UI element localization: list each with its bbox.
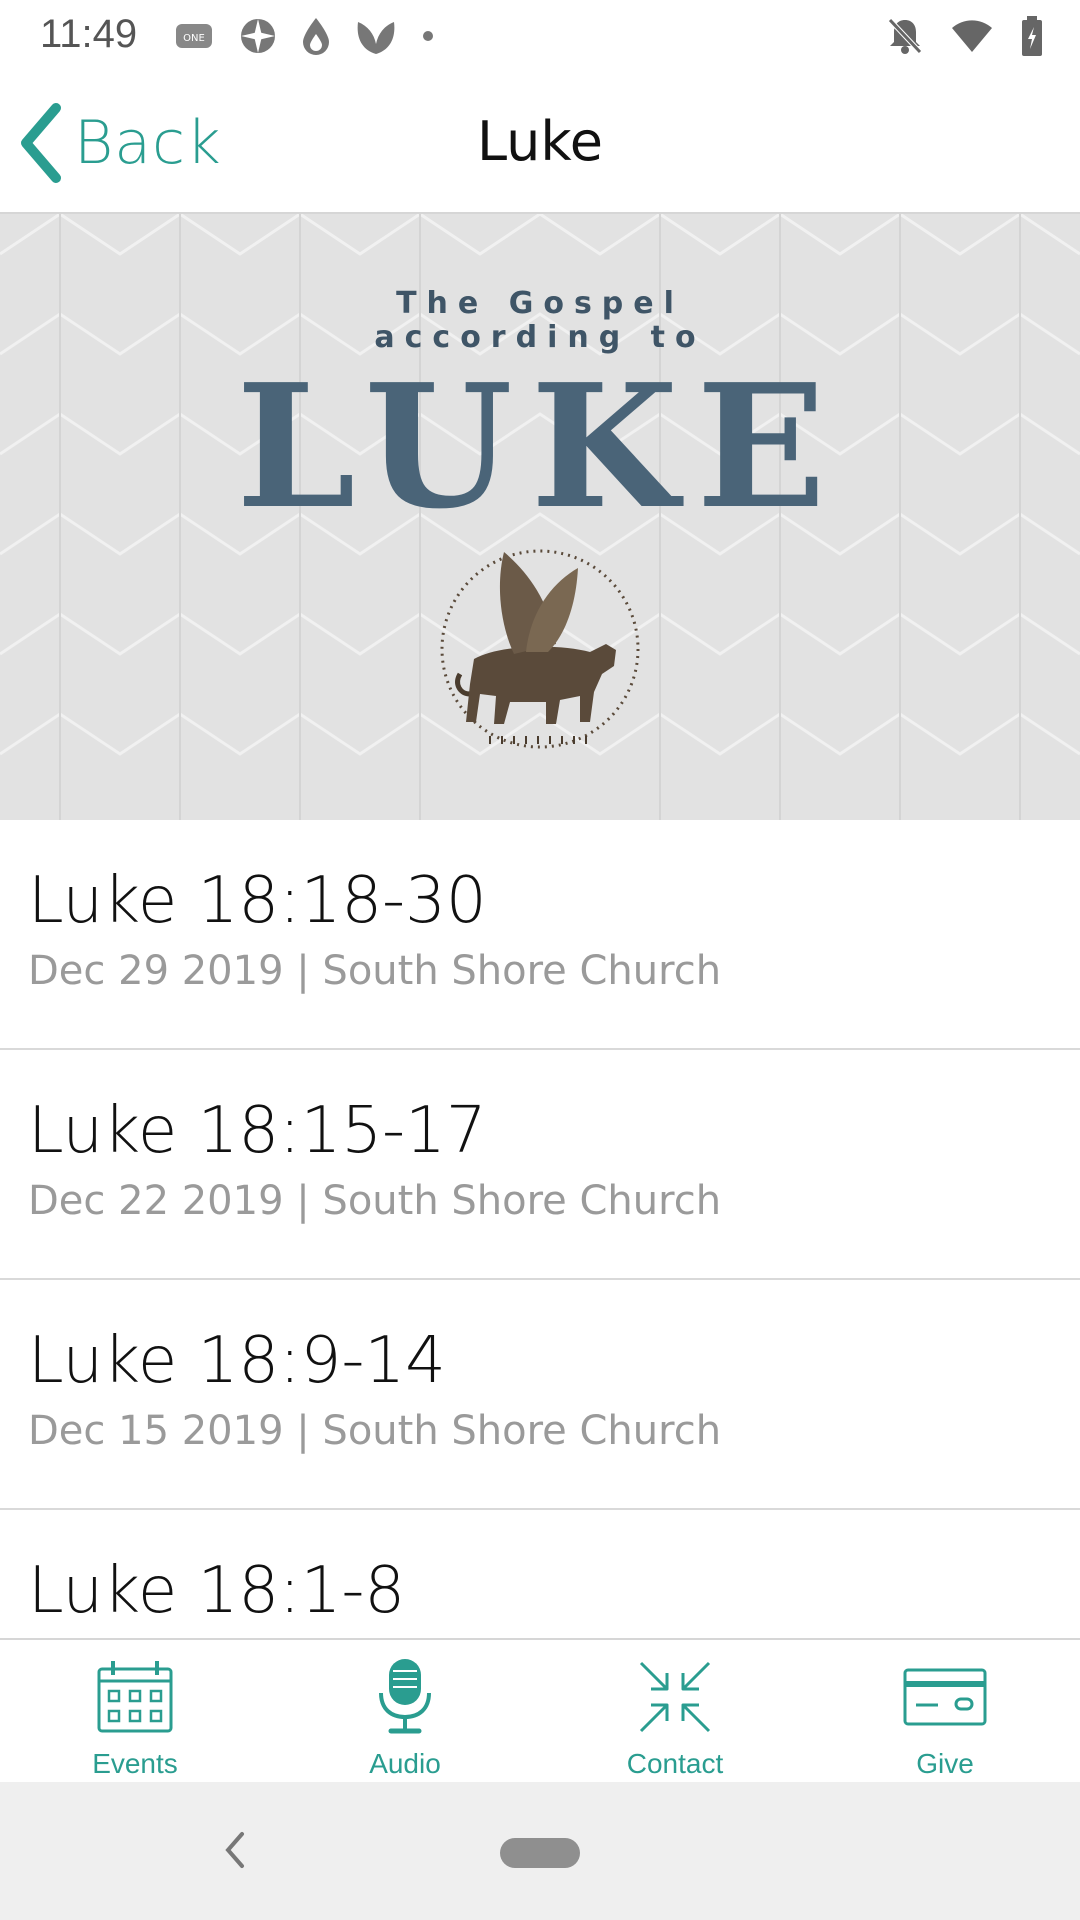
tab-events[interactable]: Events [0,1640,270,1782]
status-icons-left: ONE [172,10,436,62]
sermon-title: Luke 18:1-8 [28,1554,406,1628]
system-back-icon[interactable] [220,1828,250,1872]
sermon-title: Luke 18:15-17 [28,1094,487,1168]
sermon-item[interactable]: Luke 18:9-14 Dec 15 2019 | South Shore C… [0,1280,1080,1510]
tab-label: Audio [369,1748,441,1779]
tab-label: Give [916,1748,974,1779]
system-navigation-bar [0,1782,1080,1920]
tab-contact[interactable]: Contact [540,1640,810,1782]
page-title: Luke [477,110,603,173]
status-bar: 11:49 ONE [0,0,1080,72]
sermon-title: Luke 18:9-14 [28,1324,446,1398]
battery-icon [1022,16,1042,56]
dot-icon [423,31,433,41]
arrows-in-icon [639,1661,711,1733]
sermon-meta: Dec 29 2019 | South Shore Church [28,948,722,994]
microphone-icon [379,1659,431,1734]
sermon-list: Luke 18:18-30 Dec 29 2019 | South Shore … [0,820,1080,1638]
app-logo-icon: ONE [176,24,212,48]
banner-title: LUKE [236,347,844,547]
bottom-tab-bar: Events Audio Contact Give [0,1638,1080,1782]
compass-icon [241,19,275,53]
bell-off-icon [888,18,922,54]
system-home-button[interactable] [500,1838,580,1868]
sermon-item[interactable]: Luke 18:1-8 [0,1510,1080,1638]
tab-label: Events [92,1748,178,1779]
winged-ox-icon [440,549,640,749]
status-time: 11:49 [40,12,138,56]
sermon-item[interactable]: Luke 18:15-17 Dec 22 2019 | South Shore … [0,1050,1080,1280]
sermon-meta: Dec 22 2019 | South Shore Church [28,1178,722,1224]
tab-label: Contact [626,1748,724,1779]
drop-icon [303,18,329,55]
calendar-icon [97,1661,173,1733]
sermon-meta: Dec 15 2019 | South Shore Church [28,1408,722,1454]
navigation-bar: Back Luke [0,72,1080,214]
banner-subtitle-line1: The Gospel [396,286,684,321]
leaf-icon [357,22,395,54]
wifi-icon [952,20,992,52]
tab-audio[interactable]: Audio [270,1640,540,1782]
series-banner: The Gospel according to LUKE [0,214,1080,820]
tab-give[interactable]: Give [810,1640,1080,1782]
status-icons-right [886,10,1044,62]
sermon-title: Luke 18:18-30 [28,864,487,938]
sermon-item[interactable]: Luke 18:18-30 Dec 29 2019 | South Shore … [0,820,1080,1050]
svg-text:ONE: ONE [183,33,205,44]
credit-card-icon [903,1668,987,1726]
